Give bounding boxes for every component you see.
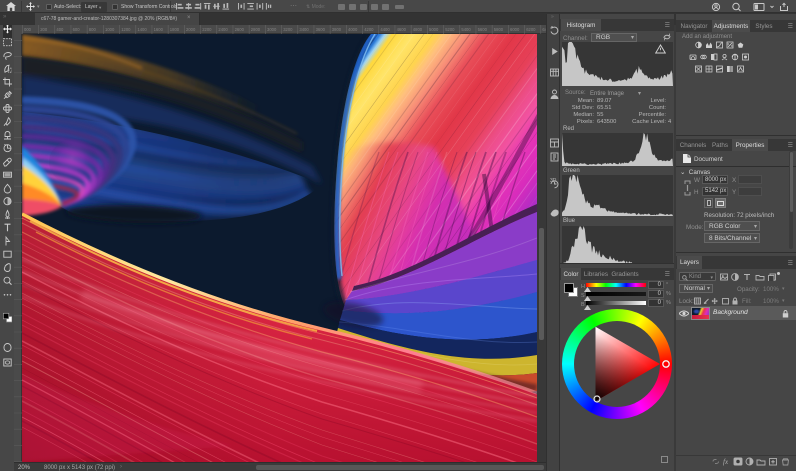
svg-text:2800: 2800 [251,27,261,32]
svg-text:4600: 4600 [397,27,407,32]
svg-text:4800: 4800 [413,27,423,32]
svg-text:200: 200 [40,27,48,32]
svg-text:5800: 5800 [494,27,504,32]
svg-text:5600: 5600 [478,27,488,32]
svg-text:3400: 3400 [299,27,309,32]
svg-text:6000: 6000 [510,27,520,32]
svg-text:4000: 4000 [348,27,358,32]
svg-text:400: 400 [56,27,64,32]
svg-text:5000: 5000 [429,27,439,32]
svg-text:600: 600 [73,27,81,32]
svg-text:3800: 3800 [332,27,342,32]
svg-text:3600: 3600 [316,27,326,32]
svg-text:6200: 6200 [526,27,536,32]
svg-text:3000: 3000 [267,27,277,32]
svg-text:1200: 1200 [121,27,131,32]
svg-text:4400: 4400 [380,27,390,32]
svg-text:5200: 5200 [445,27,455,32]
svg-text:1800: 1800 [170,27,180,32]
svg-text:2000: 2000 [186,27,196,32]
svg-text:800: 800 [89,27,97,32]
svg-text:1600: 1600 [154,27,164,32]
svg-text:000: 000 [24,27,32,32]
svg-text:1400: 1400 [137,27,147,32]
svg-text:3200: 3200 [283,27,293,32]
svg-text:2400: 2400 [218,27,228,32]
svg-text:2200: 2200 [202,27,212,32]
svg-text:2600: 2600 [235,27,245,32]
svg-text:4200: 4200 [364,27,374,32]
svg-text:1000: 1000 [105,27,115,32]
svg-text:fx: fx [723,458,729,466]
svg-text:3D: 3D [550,178,557,184]
svg-text:5400: 5400 [461,27,471,32]
